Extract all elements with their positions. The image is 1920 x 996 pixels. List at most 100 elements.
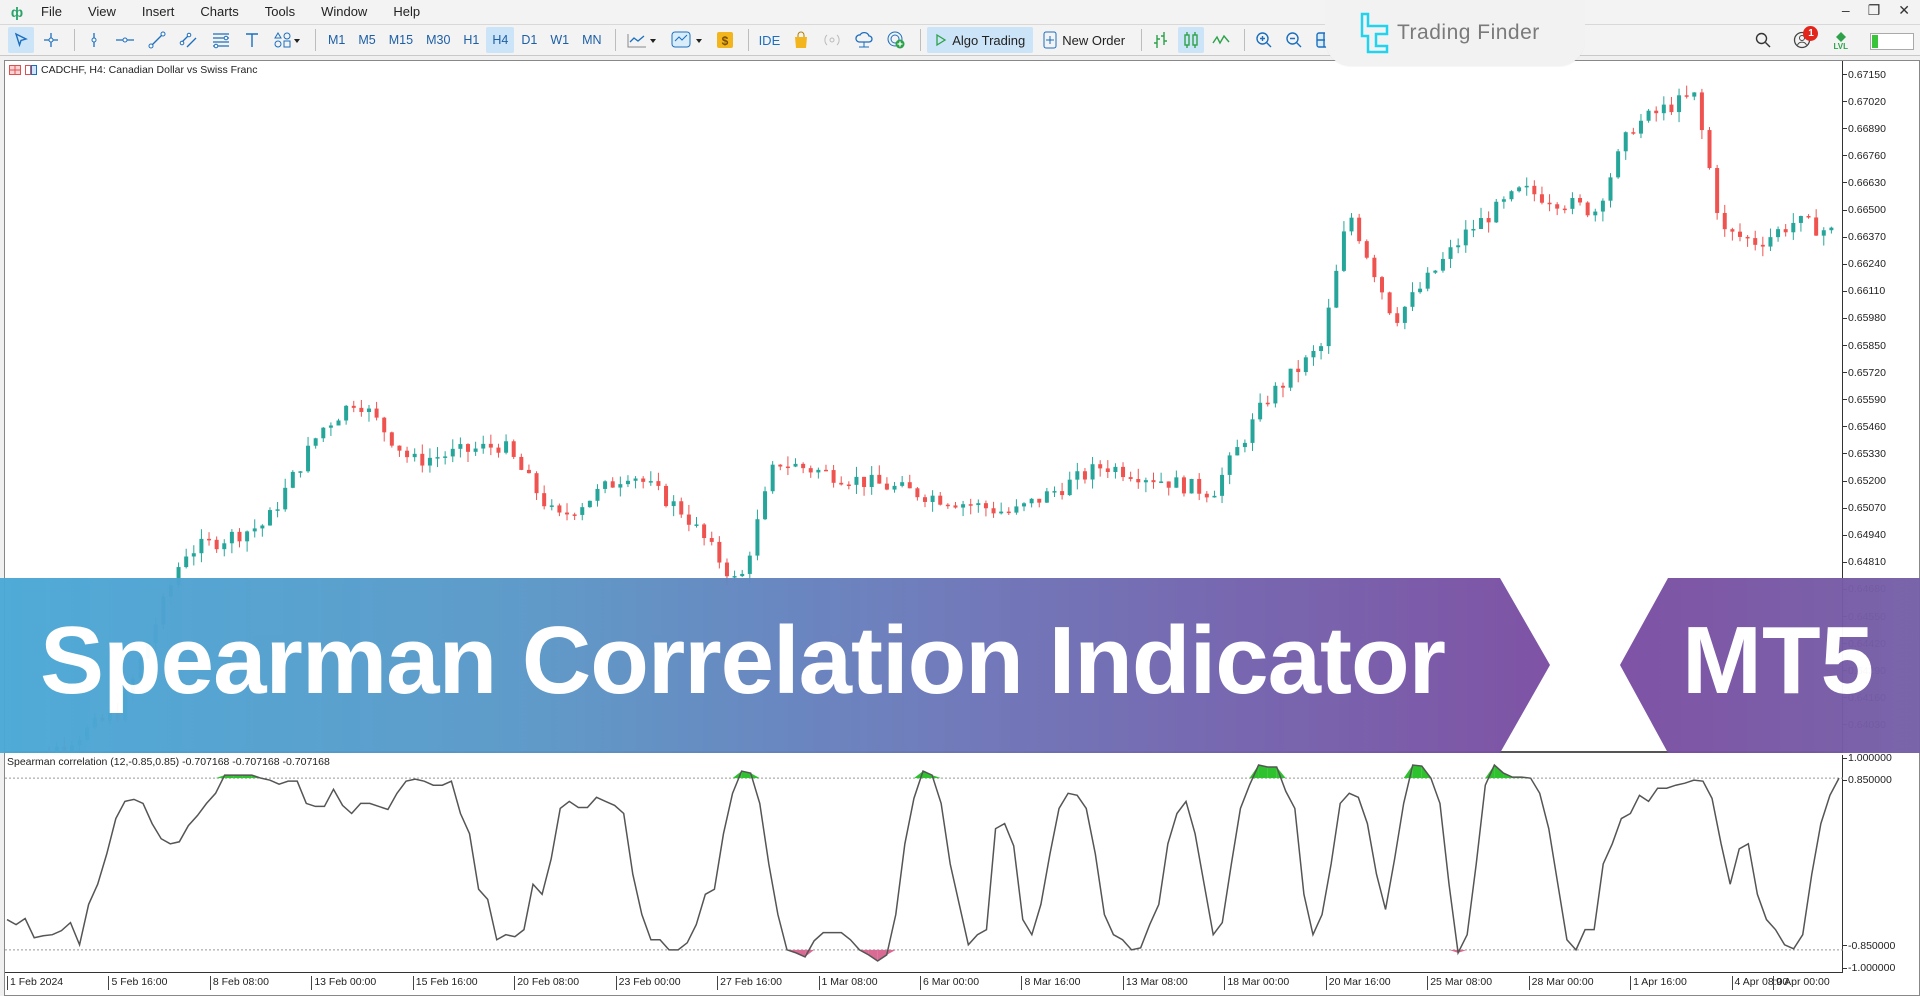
- candle-body: [1258, 402, 1263, 420]
- restore-button[interactable]: ❐: [1868, 2, 1881, 19]
- candle-body: [481, 443, 486, 449]
- price-tick-label: 0.64420: [1843, 638, 1886, 650]
- timeframe-m5[interactable]: M5: [352, 27, 381, 53]
- candle-body: [1280, 385, 1285, 388]
- candle-body: [801, 463, 806, 469]
- cursor-tool-button[interactable]: [8, 27, 34, 53]
- candle-body: [1562, 208, 1567, 211]
- price-tick-label: 0.65590: [1843, 394, 1886, 406]
- candle-body: [991, 508, 996, 514]
- close-button[interactable]: ✕: [1898, 2, 1910, 19]
- search-icon: [1756, 32, 1771, 47]
- timeframe-m30[interactable]: M30: [420, 27, 456, 53]
- zoom-in-button[interactable]: [1251, 27, 1277, 53]
- candle-body: [1189, 478, 1194, 494]
- text-tool-button[interactable]: [239, 27, 265, 53]
- ide-button[interactable]: IDE: [755, 27, 785, 53]
- price-tick-label: 0.65460: [1843, 421, 1886, 433]
- price-tick-label: 0.66630: [1843, 177, 1886, 189]
- time-tick-label: 9 Apr 00:00: [1773, 976, 1830, 990]
- timeframe-h1[interactable]: H1: [457, 27, 485, 53]
- indicators-dropdown-button[interactable]: [622, 27, 662, 53]
- candle-body: [1631, 132, 1636, 134]
- equidistant-channel-button[interactable]: [175, 27, 203, 53]
- candle-body: [1136, 478, 1141, 483]
- candle-body: [1814, 217, 1819, 236]
- horizontal-line-button[interactable]: [111, 27, 139, 53]
- price-axis[interactable]: 0.67150 0.67020 0.66890 0.66760 0.66630 0.665…: [1843, 61, 1920, 753]
- shapes-dropdown-button[interactable]: [269, 27, 305, 53]
- candle-body: [961, 504, 966, 508]
- candle-body: [1022, 503, 1027, 507]
- candle-body: [1524, 185, 1529, 188]
- candle-body: [1418, 288, 1423, 293]
- candle-body: [123, 692, 128, 720]
- candle-body: [580, 507, 585, 515]
- timeframe-m15[interactable]: M15: [383, 27, 419, 53]
- time-tick-label: 6 Mar 00:00: [920, 976, 979, 990]
- templates-dropdown-button[interactable]: [666, 27, 708, 53]
- zoom-in-icon: [1256, 32, 1272, 48]
- signals-button[interactable]: [818, 27, 846, 53]
- price-tick-label: 0.65330: [1843, 448, 1886, 460]
- candle-body: [694, 524, 699, 526]
- candle-body: [54, 746, 59, 753]
- candle-body: [1555, 204, 1560, 209]
- spearman-indicator-panel[interactable]: Spearman correlation (12,-0.85,0.85) -0.…: [5, 755, 1843, 973]
- trendline-button[interactable]: [143, 27, 171, 53]
- menu-view[interactable]: View: [75, 0, 129, 24]
- candle-body: [648, 481, 653, 483]
- candle-body: [85, 727, 90, 740]
- timeframe-w1[interactable]: W1: [544, 27, 575, 53]
- line-chart-button[interactable]: [1208, 27, 1234, 53]
- timeframe-d1[interactable]: D1: [515, 27, 543, 53]
- candle-body: [1082, 471, 1087, 480]
- bar-chart-button[interactable]: [1148, 27, 1174, 53]
- candle-body: [869, 474, 874, 488]
- candle-body: [1250, 419, 1255, 443]
- price-chart-area[interactable]: CADCHF, H4: Canadian Dollar vs Swiss Fra…: [5, 61, 1843, 753]
- timeframe-m1[interactable]: M1: [322, 27, 351, 53]
- menu-window[interactable]: Window: [308, 0, 380, 24]
- zoom-out-button[interactable]: [1281, 27, 1307, 53]
- candle-body: [427, 457, 432, 466]
- dollar-icon: $: [716, 32, 733, 48]
- price-tick-label: 0.65850: [1843, 340, 1886, 352]
- candle-body: [923, 497, 927, 502]
- vps-button[interactable]: [850, 27, 878, 53]
- account-button[interactable]: 1: [1793, 25, 1819, 52]
- candle-body: [1235, 447, 1240, 456]
- candle-body: [92, 717, 97, 728]
- menu-help[interactable]: Help: [380, 0, 433, 24]
- fingerprint-button[interactable]: [882, 27, 910, 53]
- level-button[interactable]: LVL: [1833, 31, 1848, 51]
- timeframe-mn[interactable]: MN: [576, 27, 607, 53]
- vertical-line-button[interactable]: [81, 27, 107, 53]
- candle-body: [664, 485, 669, 507]
- timeframe-h4[interactable]: H4: [486, 27, 515, 53]
- candle-body: [328, 425, 333, 428]
- candlestick-chart-button[interactable]: [1178, 27, 1205, 53]
- menu-file[interactable]: File: [28, 0, 75, 24]
- candle-body: [1296, 368, 1301, 373]
- time-tick-label: 1 Feb 2024: [7, 976, 63, 990]
- candle-body: [565, 512, 570, 515]
- price-tick-label: 0.65070: [1843, 502, 1886, 514]
- search-button[interactable]: [1755, 32, 1771, 51]
- shop-button[interactable]: [788, 27, 814, 53]
- algo-trading-button[interactable]: Algo Trading: [927, 27, 1034, 53]
- time-tick-label: 23 Feb 00:00: [615, 976, 681, 990]
- crosshair-tool-button[interactable]: [38, 27, 64, 53]
- menu-charts[interactable]: Charts: [187, 0, 251, 24]
- candle-body: [1699, 92, 1704, 131]
- candle-body: [1456, 245, 1461, 248]
- price-tick-label: 0.66890: [1843, 123, 1886, 135]
- logo-text: Trading Finder: [1397, 21, 1540, 44]
- menu-tools[interactable]: Tools: [252, 0, 308, 24]
- market-button[interactable]: $: [712, 27, 738, 53]
- menu-insert[interactable]: Insert: [129, 0, 188, 24]
- new-order-button[interactable]: New Order: [1037, 27, 1131, 53]
- fibonacci-button[interactable]: [207, 27, 235, 53]
- candle-body: [625, 480, 630, 485]
- minimize-button[interactable]: –: [1842, 2, 1850, 19]
